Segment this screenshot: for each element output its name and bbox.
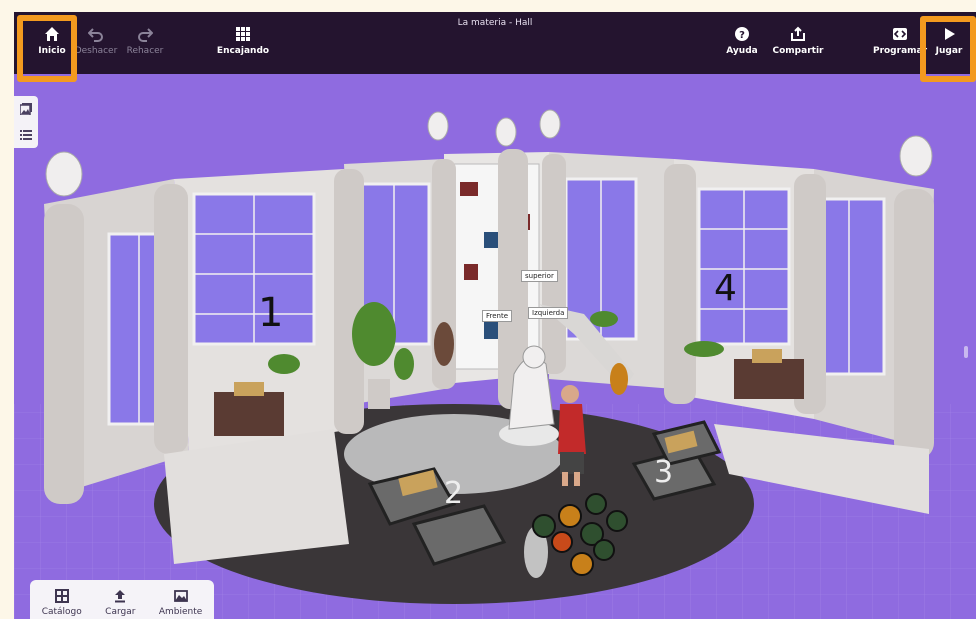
code-icon [893,28,907,40]
gallery-icon[interactable] [20,103,32,115]
bottom-panel: Catálogo Cargar Ambiente [30,580,214,619]
undo-label: Deshacer [74,46,118,56]
snap-button[interactable]: Encajando [213,26,273,56]
play-icon [945,28,955,40]
upload-button[interactable]: Cargar [105,589,135,617]
svg-text:?: ? [739,30,745,41]
wall-number-1: 1 [258,290,284,336]
share-button[interactable]: Compartir [768,26,828,56]
play-button[interactable]: Jugar [919,26,976,56]
upload-icon [115,590,126,603]
home-label: Inicio [38,46,66,56]
grid-icon [236,27,250,41]
upload-label: Cargar [105,607,136,617]
catalog-button[interactable]: Catálogo [42,589,82,617]
snap-label: Encajando [216,46,270,56]
redo-button[interactable]: Rehacer [115,26,175,56]
undo-icon [88,28,103,42]
app-window: 1 4 2 3 superior Frente Izquierda La mat… [14,12,976,619]
left-toolbar [14,96,38,148]
redo-icon [138,28,153,42]
environment-button[interactable]: Ambiente [159,589,202,617]
table-number-3: 3 [654,455,674,490]
scene-viewport[interactable] [14,74,976,619]
list-icon[interactable] [20,129,32,141]
label-izquierda[interactable]: Izquierda [528,307,569,319]
help-button[interactable]: ? Ayuda [712,26,772,56]
redo-label: Rehacer [126,46,164,56]
side-panel-handle[interactable] [964,346,968,358]
landscape-icon [173,590,188,602]
table-number-2: 2 [444,476,464,511]
help-icon: ? [735,27,749,41]
environment-label: Ambiente [158,607,203,617]
label-superior[interactable]: superior [521,270,558,282]
play-label: Jugar [935,46,963,56]
help-label: Ayuda [726,46,758,56]
catalog-label: Catálogo [41,607,82,617]
wall-number-4: 4 [714,268,737,309]
catalog-icon [54,589,69,603]
label-frente[interactable]: Frente [482,310,513,322]
home-icon [45,27,59,41]
share-icon [791,26,805,41]
top-toolbar: La materia - Hall Inicio Deshacer Rehace… [14,12,976,74]
share-label: Compartir [772,46,824,56]
